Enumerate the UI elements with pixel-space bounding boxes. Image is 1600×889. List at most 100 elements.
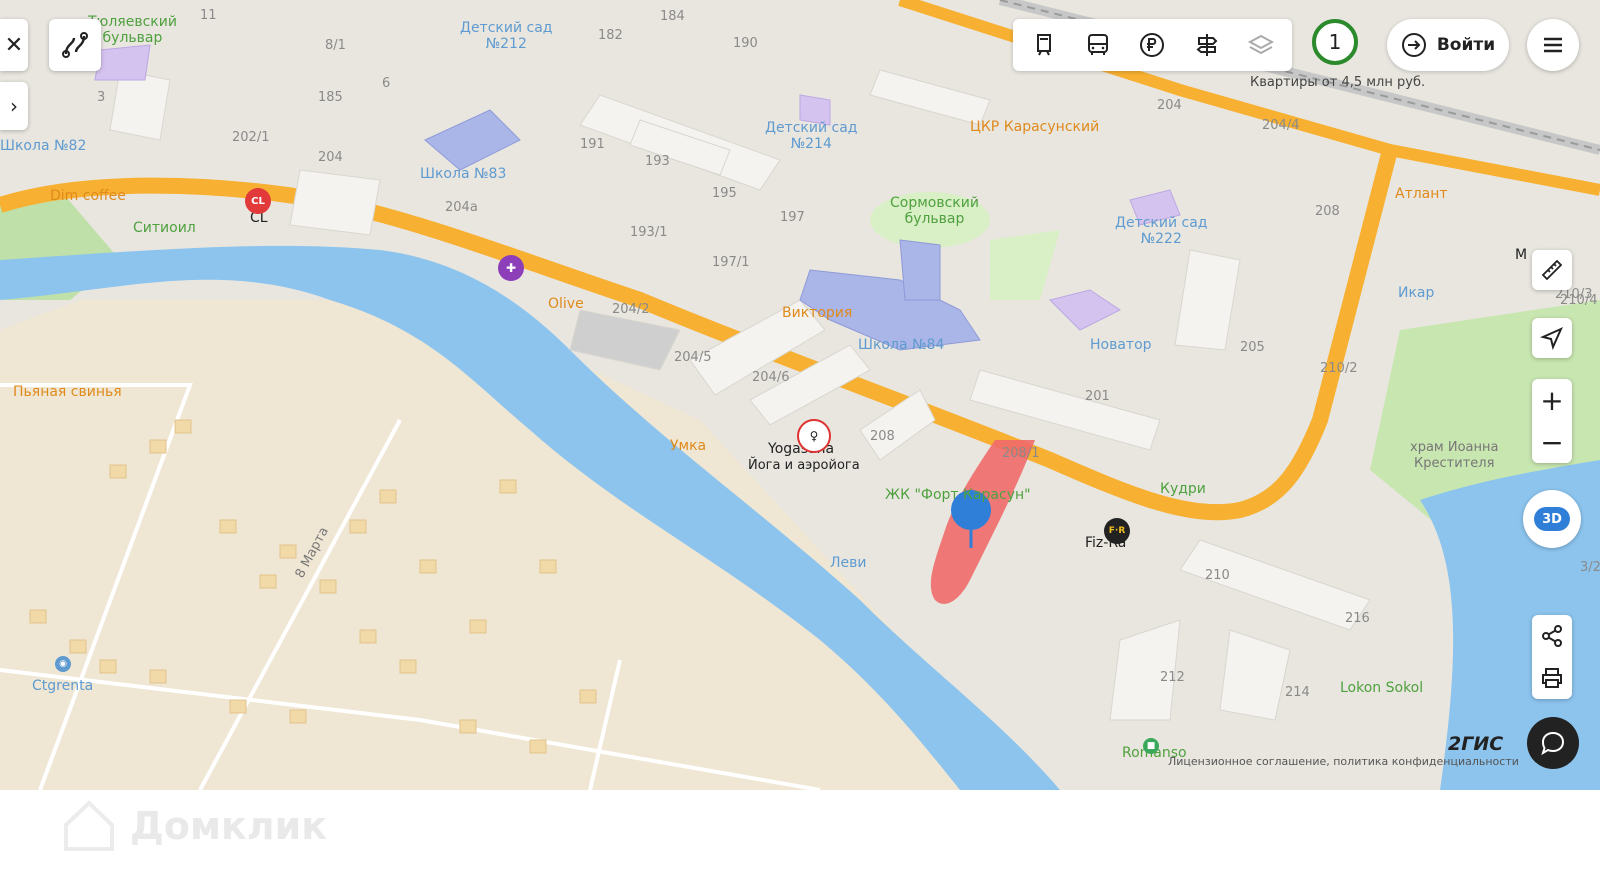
copyright-link[interactable]: Лицензионное соглашение, политика конфид… [1168,755,1519,768]
ruler-button[interactable] [1532,250,1572,290]
label-ikar[interactable]: Икар [1398,285,1434,301]
label-viktoria[interactable]: Виктория [782,305,852,321]
shop-icon[interactable]: ■ [1143,738,1159,754]
share-icon [1542,625,1562,647]
house-number: 204a [445,200,478,215]
print-button[interactable] [1540,657,1564,699]
label-lokon[interactable]: Lokon Sokol [1340,680,1423,696]
label-school-84[interactable]: Школа №84 [858,337,944,353]
clinic-icon[interactable]: ✚ [498,255,524,281]
price-button[interactable] [1131,24,1173,66]
signpost-button[interactable] [1186,24,1228,66]
house-number: 193/1 [630,225,668,240]
chat-button[interactable] [1527,717,1579,769]
label-atlant[interactable]: Атлант [1395,186,1448,202]
3d-label: 3D [1534,507,1570,531]
label-dim-coffee[interactable]: Dim coffee [50,188,126,204]
menu-button[interactable] [1527,19,1579,71]
sign-icon [1196,34,1218,56]
3d-toggle[interactable]: 3D [1523,490,1581,548]
ruble-icon [1140,33,1165,57]
share-print-group [1532,615,1572,699]
label-kudri[interactable]: Кудри [1160,481,1206,497]
label-kindergarten-214[interactable]: Детский сад №214 [765,120,857,152]
camera-icon[interactable]: ◉ [55,656,71,672]
house-number: 204 [318,150,343,165]
map-toolbar [1013,19,1292,71]
yoga-icon[interactable]: ♀ [797,419,831,453]
zoom-out-icon: − [1540,425,1564,459]
house-number: 204/6 [752,370,790,385]
login-label: Войти [1436,35,1496,55]
house-number: 3/2 [1580,560,1600,575]
house-number: 197/1 [712,255,750,270]
zoom-in-icon: + [1540,383,1564,417]
label-olive[interactable]: Olive [548,296,584,312]
house-number: 6 [382,76,391,91]
label-kindergarten-212[interactable]: Детский сад №212 [460,20,552,52]
house-number: 204/5 [674,350,712,365]
map-canvas[interactable]: Тюляевский бульвар Детский сад №212 Детс… [0,0,1600,790]
login-button[interactable]: Войти [1387,19,1509,71]
house-number: 208 [870,429,895,444]
expand-panel-button[interactable]: › [0,82,28,130]
map-base [0,0,1600,790]
label-sitioil[interactable]: Ситиоил [133,220,196,236]
house-number: 210/2 [1320,361,1358,376]
fizra-logo-icon[interactable]: F·R [1104,518,1130,544]
zoom-out-button[interactable]: − [1540,421,1563,463]
label-levi[interactable]: Леви [830,555,867,571]
house-number: 197 [780,210,805,225]
layers-icon [1247,34,1274,55]
menu-icon [1544,37,1562,53]
ruler-icon [1541,259,1563,281]
label-umka[interactable]: Умка [670,438,706,454]
label-yogasana-sub: Йога и аэройога [748,458,860,473]
share-button[interactable] [1540,615,1564,657]
label-pyanaya[interactable]: Пьяная свинья [13,384,122,400]
transport-icon [1037,34,1052,56]
promo-text: Квартиры от 4,5 млн руб. [1250,75,1426,90]
brand-logo: 2ГИС [1448,733,1504,755]
transport-button[interactable] [1023,24,1065,66]
label-sormovsky: Сормовский бульвар [890,195,979,227]
locate-button[interactable] [1532,318,1572,358]
house-number: 205 [1240,340,1265,355]
house-logo-icon [64,800,114,851]
zoom-control: + − [1532,379,1572,463]
login-icon [1401,33,1426,57]
chat-icon [1541,731,1565,756]
house-number: 11 [200,8,217,23]
house-number: 195 [712,186,737,201]
bus-button[interactable] [1077,24,1119,66]
route-button[interactable] [49,19,101,71]
house-number: 216 [1345,611,1370,626]
house-number: 193 [645,154,670,169]
house-number: 204 [1157,98,1182,113]
cl-logo-icon[interactable]: CL [245,188,271,214]
layers-button[interactable] [1240,24,1282,66]
label-school-83[interactable]: Школа №83 [420,166,506,182]
house-number: 214 [1285,685,1310,700]
label-tolyaevsky: Тюляевский бульвар [88,14,177,46]
zoom-in-button[interactable]: + [1540,379,1563,421]
label-ctgrenta[interactable]: Ctgrenta [32,678,93,694]
label-novator[interactable]: Новатор [1090,337,1152,353]
close-icon: ✕ [4,32,24,58]
listing-count-badge[interactable]: 1 [1312,19,1358,65]
bus-icon [1088,34,1109,55]
close-button[interactable]: ✕ [0,19,28,71]
label-school-82[interactable]: Школа №82 [0,138,86,154]
house-number: 8/1 [325,38,346,53]
domclick-logo: Домклик [60,797,327,855]
label-khram[interactable]: храм Иоанна Крестителя [1410,440,1498,472]
house-number: 208/1 [1002,446,1040,461]
house-number: 201 [1085,389,1110,404]
label-zhk[interactable]: ЖК "Форт Карасун" [885,487,1031,503]
label-kindergarten-222[interactable]: Детский сад №222 [1115,215,1207,247]
locate-icon [1540,327,1563,350]
house-number: 210 [1205,568,1230,583]
house-number: 184 [660,9,685,24]
house-number: 204/2 [612,302,650,317]
label-ckr[interactable]: ЦКР Карасунский [970,119,1099,135]
